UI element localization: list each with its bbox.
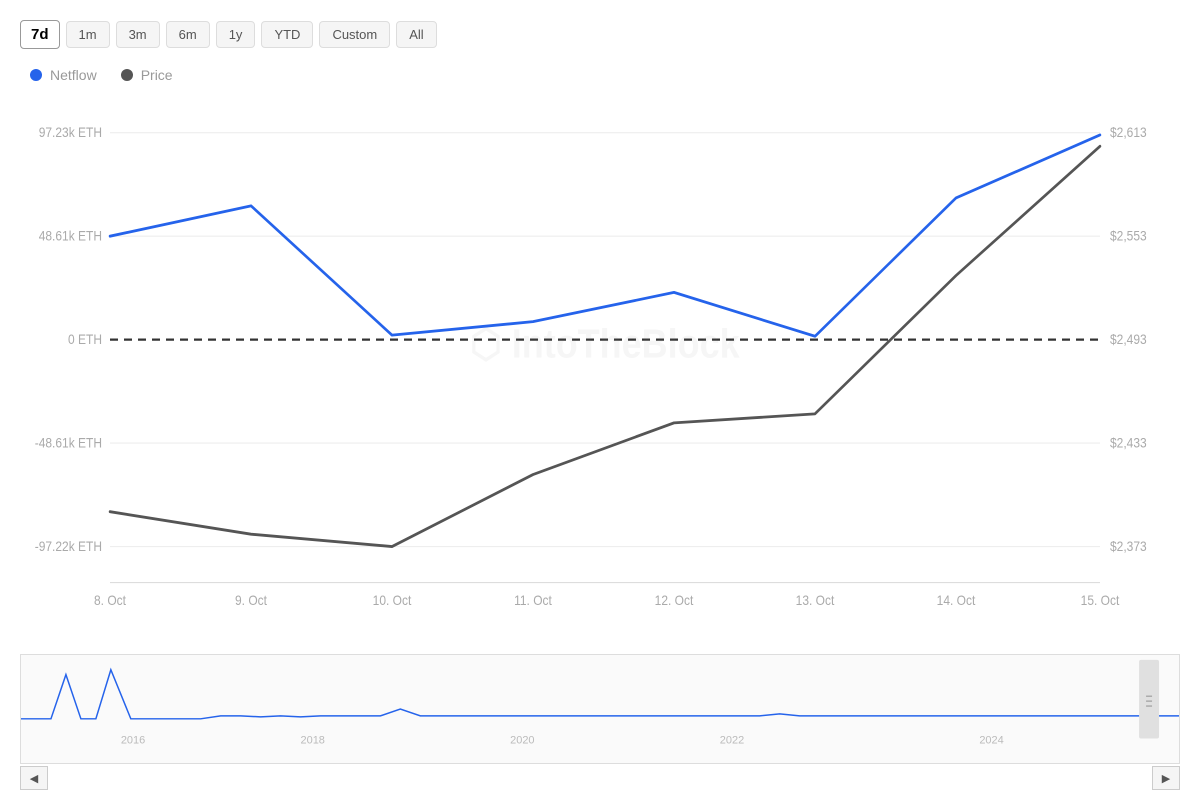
nav-right-button[interactable]: ▶: [1152, 766, 1180, 790]
time-btn-ytd[interactable]: YTD: [261, 21, 313, 48]
nav-arrows: ◀ ▶: [20, 766, 1180, 790]
svg-text:2022: 2022: [720, 734, 744, 746]
svg-text:0 ETH: 0 ETH: [68, 331, 102, 347]
legend-netflow: Netflow: [30, 67, 97, 83]
time-btn-all[interactable]: All: [396, 21, 436, 48]
svg-text:-48.61k ETH: -48.61k ETH: [35, 435, 102, 451]
netflow-dot: [30, 69, 42, 81]
svg-text:48.61k ETH: 48.61k ETH: [39, 228, 102, 244]
mini-chart-container: 2016 2018 2020 2022 2024: [20, 654, 1180, 764]
svg-text:$2,613: $2,613: [1110, 125, 1147, 141]
chart-legend: Netflow Price: [20, 67, 1180, 83]
svg-text:10. Oct: 10. Oct: [373, 592, 412, 608]
mini-chart-svg: 2016 2018 2020 2022 2024: [21, 655, 1179, 763]
time-btn-1y[interactable]: 1y: [216, 21, 256, 48]
svg-text:$2,553: $2,553: [1110, 228, 1147, 244]
svg-text:-97.22k ETH: -97.22k ETH: [35, 538, 102, 554]
legend-price: Price: [121, 67, 173, 83]
svg-text:$2,373: $2,373: [1110, 538, 1147, 554]
svg-text:$2,433: $2,433: [1110, 435, 1147, 451]
nav-left-button[interactable]: ◀: [20, 766, 48, 790]
svg-text:12. Oct: 12. Oct: [655, 592, 694, 608]
svg-text:11. Oct: 11. Oct: [514, 592, 552, 608]
svg-text:8. Oct: 8. Oct: [94, 592, 126, 608]
main-container: 7d1m3m6m1yYTDCustomAll Netflow Price: [0, 0, 1200, 800]
price-dot: [121, 69, 133, 81]
svg-text:2016: 2016: [121, 734, 145, 746]
time-btn-6m[interactable]: 6m: [166, 21, 210, 48]
time-btn-3m[interactable]: 3m: [116, 21, 160, 48]
time-range-selector: 7d1m3m6m1yYTDCustomAll: [20, 20, 1180, 49]
time-btn-1m[interactable]: 1m: [66, 21, 110, 48]
svg-text:97.23k ETH: 97.23k ETH: [39, 125, 102, 141]
svg-text:13. Oct: 13. Oct: [796, 592, 835, 608]
svg-text:$2,493: $2,493: [1110, 331, 1147, 347]
main-chart-area: 97.23k ETH 48.61k ETH 0 ETH -48.61k ETH …: [20, 99, 1180, 650]
svg-text:⬡ IntoTheBlock: ⬡ IntoTheBlock: [470, 322, 740, 367]
svg-text:14. Oct: 14. Oct: [937, 592, 976, 608]
svg-text:9. Oct: 9. Oct: [235, 592, 267, 608]
legend-netflow-label: Netflow: [50, 67, 97, 83]
time-btn-custom[interactable]: Custom: [319, 21, 390, 48]
svg-text:2018: 2018: [301, 734, 325, 746]
main-chart-svg: 97.23k ETH 48.61k ETH 0 ETH -48.61k ETH …: [20, 99, 1180, 650]
legend-price-label: Price: [141, 67, 173, 83]
svg-text:15. Oct: 15. Oct: [1081, 592, 1120, 608]
svg-text:2024: 2024: [979, 734, 1003, 746]
chart-wrapper: 97.23k ETH 48.61k ETH 0 ETH -48.61k ETH …: [20, 99, 1180, 790]
svg-text:2020: 2020: [510, 734, 534, 746]
time-btn-7d[interactable]: 7d: [20, 20, 60, 49]
